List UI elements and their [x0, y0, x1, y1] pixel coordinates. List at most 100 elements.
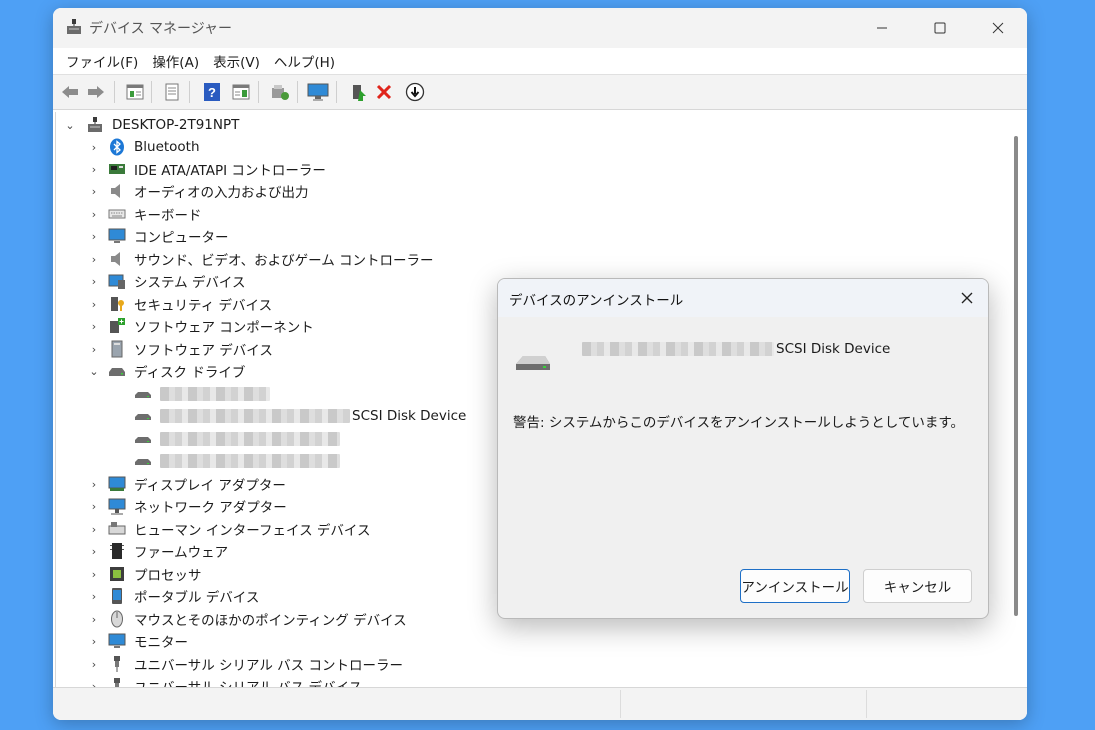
driver-doc-icon	[165, 83, 179, 101]
tree-category-portable-devices[interactable]: › ポータブル デバイス	[88, 585, 259, 607]
chevron-right-icon[interactable]: ›	[88, 136, 100, 158]
disk-drive-icon	[516, 356, 550, 370]
chevron-right-icon[interactable]: ›	[88, 495, 100, 517]
tree-category-label: マウスとそのほかのポインティング デバイス	[134, 613, 407, 629]
close-icon	[992, 22, 1004, 34]
menu-help[interactable]: ヘルプ(H)	[267, 51, 342, 71]
device-manager-app-icon	[67, 19, 81, 34]
tree-category-label: キーボード	[134, 208, 202, 224]
tree-category-computer[interactable]: › コンピューター	[88, 225, 229, 247]
menu-file[interactable]: ファイル(F)	[59, 51, 145, 71]
tree-category-network-adapters[interactable]: › ネットワーク アダプター	[88, 495, 287, 517]
chevron-right-icon[interactable]: ›	[88, 563, 100, 585]
vertical-scrollbar[interactable]	[1009, 112, 1023, 692]
tree-category-label: コンピューター	[134, 230, 229, 246]
tree-category-label: サウンド、ビデオ、およびゲーム コントローラー	[134, 253, 434, 269]
tree-category-software-components[interactable]: › ソフトウェア コンポーネント	[88, 315, 314, 337]
tree-category-display-adapters[interactable]: › ディスプレイ アダプター	[88, 473, 286, 495]
disk-drive-item[interactable]	[134, 428, 340, 450]
disk-drive-item[interactable]: SCSI Disk Device	[134, 405, 466, 427]
tree-category-system-devices[interactable]: › システム デバイス	[88, 270, 245, 292]
show-hide-console-tree-button[interactable]	[124, 81, 146, 103]
chevron-right-icon[interactable]: ›	[88, 473, 100, 495]
tree-category-disk-drives[interactable]: ⌄ ディスク ドライブ	[88, 360, 245, 382]
disk-drive-icon	[109, 368, 125, 376]
help-button[interactable]: ?	[201, 81, 223, 103]
disk-drive-item[interactable]	[134, 450, 340, 472]
uninstall-button[interactable]: アンインストール	[740, 569, 850, 603]
menu-action[interactable]: 操作(A)	[145, 51, 206, 71]
security-key-icon	[111, 297, 124, 311]
chevron-down-icon[interactable]: ⌄	[88, 360, 100, 382]
monitor-icon	[307, 83, 329, 101]
back-button[interactable]	[59, 81, 81, 103]
tree-category-label: ポータブル デバイス	[134, 590, 260, 606]
redacted-device-name	[160, 387, 270, 401]
chevron-right-icon[interactable]: ›	[88, 585, 100, 607]
tree-category-keyboard[interactable]: › キーボード	[88, 203, 202, 225]
chevron-right-icon[interactable]: ›	[88, 540, 100, 562]
toolbar-separator	[258, 81, 259, 103]
chevron-right-icon[interactable]: ›	[88, 270, 100, 292]
chevron-down-icon[interactable]: ⌄	[64, 114, 76, 136]
tree-category-processors[interactable]: › プロセッサ	[88, 563, 202, 585]
tree-category-software-devices[interactable]: › ソフトウェア デバイス	[88, 338, 273, 360]
tree-category-mice[interactable]: › マウスとそのほかのポインティング デバイス	[88, 608, 407, 630]
speaker-icon	[111, 184, 120, 198]
tree-category-firmware[interactable]: › ファームウェア	[88, 540, 228, 562]
uninstall-device-button[interactable]	[373, 81, 395, 103]
minimize-button[interactable]	[853, 8, 911, 48]
tree-category-ide[interactable]: › IDE ATA/ATAPI コントローラー	[88, 158, 326, 180]
disk-drive-item-label: SCSI Disk Device	[352, 408, 467, 424]
menu-view[interactable]: 表示(V)	[206, 51, 267, 71]
scrollbar-thumb[interactable]	[1014, 136, 1018, 616]
action-pane-icon	[232, 84, 250, 100]
chevron-right-icon[interactable]: ›	[88, 315, 100, 337]
maximize-button[interactable]	[911, 8, 969, 48]
chevron-right-icon[interactable]: ›	[88, 630, 100, 652]
system-device-icon	[108, 274, 125, 289]
minimize-icon	[877, 27, 887, 29]
dialog-close-button[interactable]	[956, 287, 978, 309]
close-window-button[interactable]	[969, 8, 1027, 48]
scan-hardware-icon	[272, 85, 289, 100]
tree-category-audio-io[interactable]: › オーディオの入力および出力	[88, 180, 309, 202]
tree-root[interactable]: ⌄ DESKTOP-2T91NPT	[64, 114, 239, 136]
tree-category-label: オーディオの入力および出力	[134, 185, 309, 201]
software-device-icon	[111, 340, 123, 358]
cancel-button[interactable]: キャンセル	[863, 569, 972, 603]
tree-category-bluetooth[interactable]: › Bluetooth	[88, 136, 200, 158]
chevron-right-icon[interactable]: ›	[88, 338, 100, 360]
tree-category-label: ヒューマン インターフェイス デバイス	[134, 523, 371, 539]
disable-device-button[interactable]	[404, 81, 426, 103]
disk-drive-item[interactable]	[134, 383, 270, 405]
chevron-right-icon[interactable]: ›	[88, 158, 100, 180]
firmware-icon	[110, 543, 124, 559]
svg-text:?: ?	[208, 85, 216, 100]
action-pane-button[interactable]	[230, 81, 252, 103]
forward-button[interactable]	[85, 81, 107, 103]
update-driver-button[interactable]	[348, 81, 370, 103]
chevron-right-icon[interactable]: ›	[88, 653, 100, 675]
chevron-right-icon[interactable]: ›	[88, 225, 100, 247]
chevron-right-icon[interactable]: ›	[88, 293, 100, 315]
tree-category-security-devices[interactable]: › セキュリティ デバイス	[88, 293, 272, 315]
tree-category-sound-video[interactable]: › サウンド、ビデオ、およびゲーム コントローラー	[88, 248, 434, 270]
chevron-right-icon[interactable]: ›	[88, 518, 100, 540]
chevron-right-icon[interactable]: ›	[88, 248, 100, 270]
toolbar-separator	[189, 81, 190, 103]
chevron-right-icon[interactable]: ›	[88, 180, 100, 202]
add-legacy-hardware-button[interactable]	[307, 81, 329, 103]
tree-category-hid[interactable]: › ヒューマン インターフェイス デバイス	[88, 518, 370, 540]
chevron-right-icon[interactable]: ›	[88, 203, 100, 225]
tree-root-label: DESKTOP-2T91NPT	[112, 117, 240, 133]
disk-drive-icon	[135, 414, 151, 420]
hid-icon	[108, 522, 126, 535]
tree-category-monitors[interactable]: › モニター	[88, 630, 188, 652]
scan-hardware-button[interactable]	[269, 81, 291, 103]
chevron-right-icon[interactable]: ›	[88, 608, 100, 630]
tree-category-usb-controllers[interactable]: › ユニバーサル シリアル バス コントローラー	[88, 653, 403, 675]
properties-button[interactable]	[161, 81, 183, 103]
tree-category-label: ファームウェア	[134, 545, 229, 561]
tree-category-label: Bluetooth	[134, 139, 200, 155]
